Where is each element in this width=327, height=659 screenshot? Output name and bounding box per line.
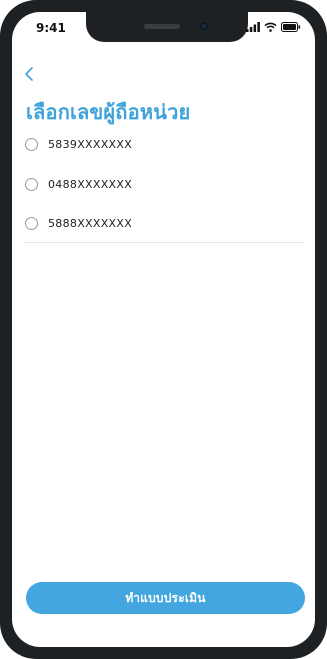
unitholder-number: 5839XXXXXXX — [48, 137, 133, 151]
battery-icon — [281, 22, 301, 32]
phone-frame: 9:41 เลือกเลขผู้ถือหน่วย 5839XXXXXXX 048… — [0, 0, 327, 659]
list-item[interactable]: 5839XXXXXXX — [24, 124, 305, 164]
unitholder-number: 5888XXXXXXX — [48, 216, 133, 230]
radio-button[interactable] — [25, 137, 38, 151]
status-time: 9:41 — [36, 21, 66, 35]
speaker — [144, 24, 180, 29]
list-item[interactable]: 5888XXXXXXX — [24, 204, 305, 243]
start-assessment-button[interactable]: ทำแบบประเมิน — [26, 582, 305, 614]
signal-icon — [246, 22, 260, 32]
radio-button[interactable] — [25, 177, 38, 191]
wifi-icon — [264, 22, 277, 32]
list-item[interactable]: 0488XXXXXXX — [24, 164, 305, 204]
unitholder-number: 0488XXXXXXX — [48, 177, 133, 191]
radio-button[interactable] — [25, 216, 38, 230]
status-icons — [246, 22, 301, 32]
app-screen: 9:41 เลือกเลขผู้ถือหน่วย 5839XXXXXXX 048… — [12, 12, 315, 647]
chevron-left-icon[interactable] — [20, 64, 40, 84]
camera — [200, 22, 208, 30]
notch — [86, 12, 248, 42]
unitholder-list: 5839XXXXXXX 0488XXXXXXX 5888XXXXXXX — [24, 124, 305, 243]
